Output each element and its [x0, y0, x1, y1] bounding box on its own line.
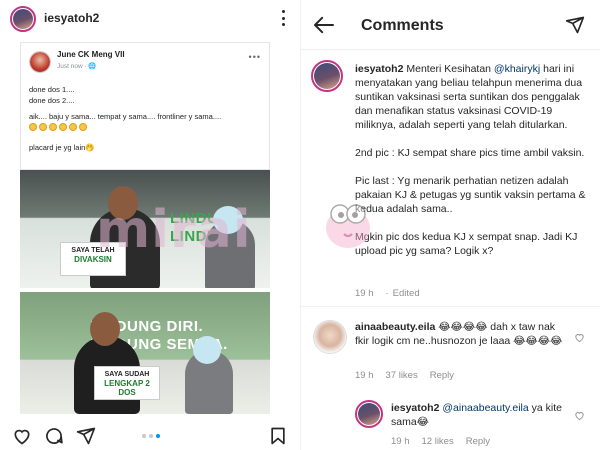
caption-paragraph: 2nd pic : KJ sempat share pics time ambi…: [355, 147, 585, 159]
share-icon[interactable]: [76, 426, 96, 446]
commenter-avatar[interactable]: [313, 320, 347, 354]
caption-username[interactable]: iesyatoh2: [355, 63, 403, 75]
fb-line: placard je yg lain🤭: [29, 143, 95, 152]
watermark-text: mirai: [96, 200, 252, 260]
heart-icon[interactable]: [12, 426, 32, 446]
comment-mention[interactable]: @ainaabeauty.eila: [442, 402, 528, 414]
comment-icon[interactable]: [44, 426, 64, 446]
fb-post-meta: Just now · 🌐: [57, 63, 97, 70]
like-heart-icon[interactable]: [574, 410, 585, 421]
emoji-row: [29, 123, 87, 131]
comment-text: ainaabeauty.eila 😂😂😂😂 dah x taw nak fkir…: [355, 320, 567, 348]
placard: SAYA SUDAH LENGKAP 2 DOS: [94, 366, 160, 400]
reply-button[interactable]: Reply: [466, 436, 490, 447]
post-actions-bar: [0, 422, 300, 450]
comment-meta: 19 h 37 likes Reply: [355, 370, 466, 381]
like-heart-icon[interactable]: [574, 332, 585, 343]
fb-line: done dos 1....: [29, 85, 75, 94]
bookmark-icon[interactable]: [268, 426, 288, 446]
fb-line: aik.... baju y sama... tempat y sama....…: [29, 112, 222, 121]
post-avatar[interactable]: [10, 6, 36, 32]
person-head: [90, 312, 120, 346]
fb-more-icon: •••: [248, 52, 261, 62]
reply-button[interactable]: Reply: [430, 370, 454, 381]
facebook-post-screenshot: June CK Meng VII Just now · 🌐 ••• done d…: [20, 42, 270, 170]
send-icon[interactable]: [565, 15, 585, 35]
caption-time: 19 h: [355, 288, 374, 299]
fb-avatar: [29, 51, 51, 73]
comments-header: Comments: [301, 0, 600, 50]
back-arrow-icon[interactable]: [313, 16, 335, 34]
more-icon[interactable]: [280, 8, 286, 28]
fb-author-name: June CK Meng VII: [57, 50, 125, 59]
edited-label: Edited: [392, 288, 420, 299]
comment-time: 19 h: [355, 370, 374, 381]
caption-meta: 19 h · Edited: [355, 288, 420, 299]
comments-title: Comments: [361, 17, 444, 34]
post-username[interactable]: iesyatoh2: [44, 11, 99, 25]
caption-text-part: Menteri Kesihatan: [403, 63, 494, 75]
comment-likes[interactable]: 37 likes: [386, 370, 418, 381]
carousel-indicator: [142, 434, 160, 438]
comment-text: iesyatoh2 @ainaabeauty.eila ya kite sama…: [391, 401, 567, 429]
vaccination-photo-2: LINDUNG DIRI. LINDUNG SEMUA. SAYA SUDAH …: [20, 292, 270, 414]
comment-username[interactable]: ainaabeauty.eila: [355, 321, 435, 333]
comment-likes[interactable]: 12 likes: [422, 436, 454, 447]
mirai-logo-icon: [326, 204, 370, 248]
fb-line: done dos 2....: [29, 96, 75, 105]
post-header: iesyatoh2: [0, 0, 300, 36]
comment-username[interactable]: iesyatoh2: [391, 402, 439, 414]
face-shield: [193, 336, 221, 364]
comment-meta: 19 h 12 likes Reply: [391, 436, 502, 447]
divider: [301, 306, 600, 307]
caption-mention[interactable]: @khairykj: [494, 63, 540, 75]
caption-avatar[interactable]: [311, 60, 343, 92]
commenter-avatar[interactable]: [355, 400, 383, 428]
comment-time: 19 h: [391, 436, 410, 447]
